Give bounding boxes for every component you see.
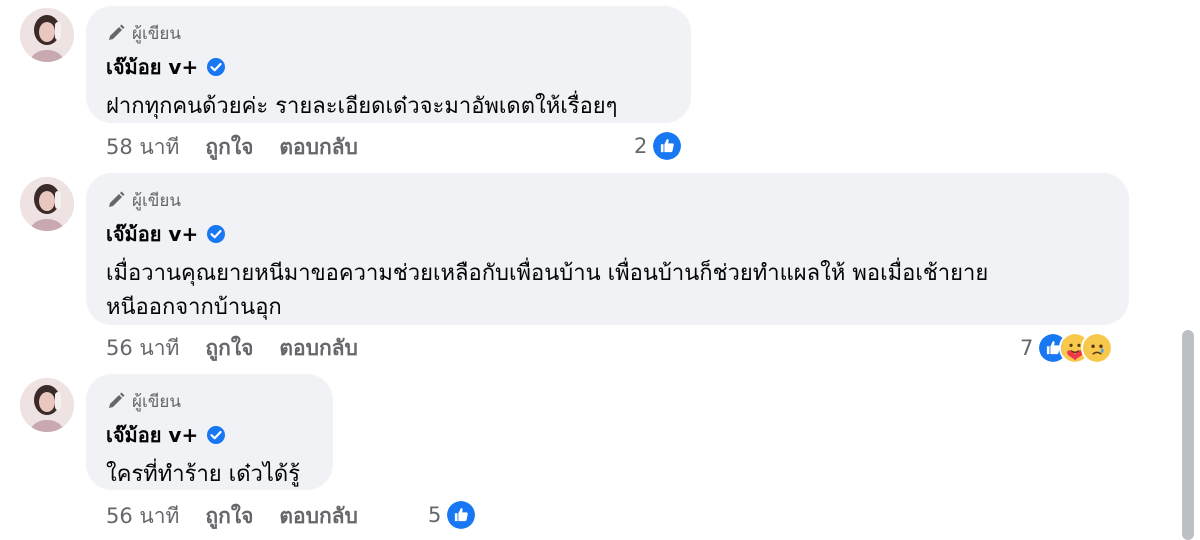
- like-icon: [445, 499, 478, 531]
- author-badge: ผู้เขียน: [106, 22, 669, 44]
- author-badge-label: ผู้เขียน: [132, 23, 181, 44]
- comment-time[interactable]: 56 นาที: [106, 332, 179, 365]
- reaction-count: 2: [634, 134, 648, 158]
- author-badge-label: ผู้เขียน: [132, 190, 181, 211]
- comment-time[interactable]: 58 นาที: [106, 131, 179, 164]
- verified-badge-icon: [207, 58, 226, 76]
- comment-actions: 56 นาที ถูกใจ ตอบกลับ: [106, 333, 384, 363]
- commenter-name[interactable]: เจ๊ม้อย v+: [106, 51, 198, 83]
- avatar[interactable]: [20, 8, 74, 62]
- reply-button[interactable]: ตอบกลับ: [279, 131, 358, 164]
- reaction-summary[interactable]: 5: [428, 498, 478, 532]
- comment-time[interactable]: 56 นาที: [106, 500, 179, 533]
- like-button[interactable]: ถูกใจ: [205, 500, 253, 533]
- comment-actions: 58 นาที ถูกใจ ตอบกลับ: [106, 132, 384, 162]
- avatar[interactable]: [20, 378, 74, 432]
- comment-bubble: ผู้เขียน เจ๊ม้อย v+ เมื่อวานคุณยายหนีมาข…: [86, 173, 1129, 325]
- pen-icon: [109, 24, 125, 40]
- comment-text: ฝากทุกคนด้วยค่ะ รายละเอียดเด๋วจะมาอัพเดต…: [106, 94, 618, 119]
- comment-actions: 56 นาที ถูกใจ ตอบกลับ: [106, 501, 384, 531]
- reaction-summary[interactable]: 7: [1020, 331, 1114, 365]
- scrollbar[interactable]: [1182, 330, 1194, 540]
- like-button[interactable]: ถูกใจ: [205, 131, 253, 164]
- author-badge: ผู้เขียน: [106, 189, 1107, 211]
- commenter-name-row: เจ๊ม้อย v+: [106, 422, 311, 448]
- comment-text: เมื่อวานคุณยายหนีมาขอความช่วยเหลือกับเพื…: [106, 261, 989, 320]
- commenter-name-row: เจ๊ม้อย v+: [106, 221, 1107, 247]
- author-badge-label: ผู้เขียน: [132, 391, 181, 412]
- comment-bubble: ผู้เขียน เจ๊ม้อย v+ ฝากทุกคนด้วยค่ะ รายล…: [86, 6, 691, 123]
- comment-text: ใครที่ทำร้าย เด๋วได้รู้: [106, 462, 301, 487]
- verified-badge-icon: [207, 426, 226, 444]
- pen-icon: [109, 191, 125, 207]
- author-badge: ผู้เขียน: [106, 390, 311, 412]
- comment-bubble: ผู้เขียน เจ๊ม้อย v+ ใครที่ทำร้าย เด๋วได้…: [86, 374, 333, 490]
- pen-icon: [109, 392, 125, 408]
- commenter-name[interactable]: เจ๊ม้อย v+: [106, 419, 198, 451]
- reply-button[interactable]: ตอบกลับ: [279, 332, 358, 365]
- like-icon: [651, 130, 684, 162]
- like-button[interactable]: ถูกใจ: [205, 332, 253, 365]
- avatar[interactable]: [20, 177, 74, 231]
- commenter-name[interactable]: เจ๊ม้อย v+: [106, 218, 198, 250]
- sad-icon: [1081, 332, 1114, 364]
- reaction-count: 5: [428, 503, 442, 527]
- reaction-summary[interactable]: 2: [634, 129, 684, 163]
- reaction-count: 7: [1020, 336, 1034, 360]
- verified-badge-icon: [207, 225, 226, 243]
- reply-button[interactable]: ตอบกลับ: [279, 500, 358, 533]
- commenter-name-row: เจ๊ม้อย v+: [106, 54, 669, 80]
